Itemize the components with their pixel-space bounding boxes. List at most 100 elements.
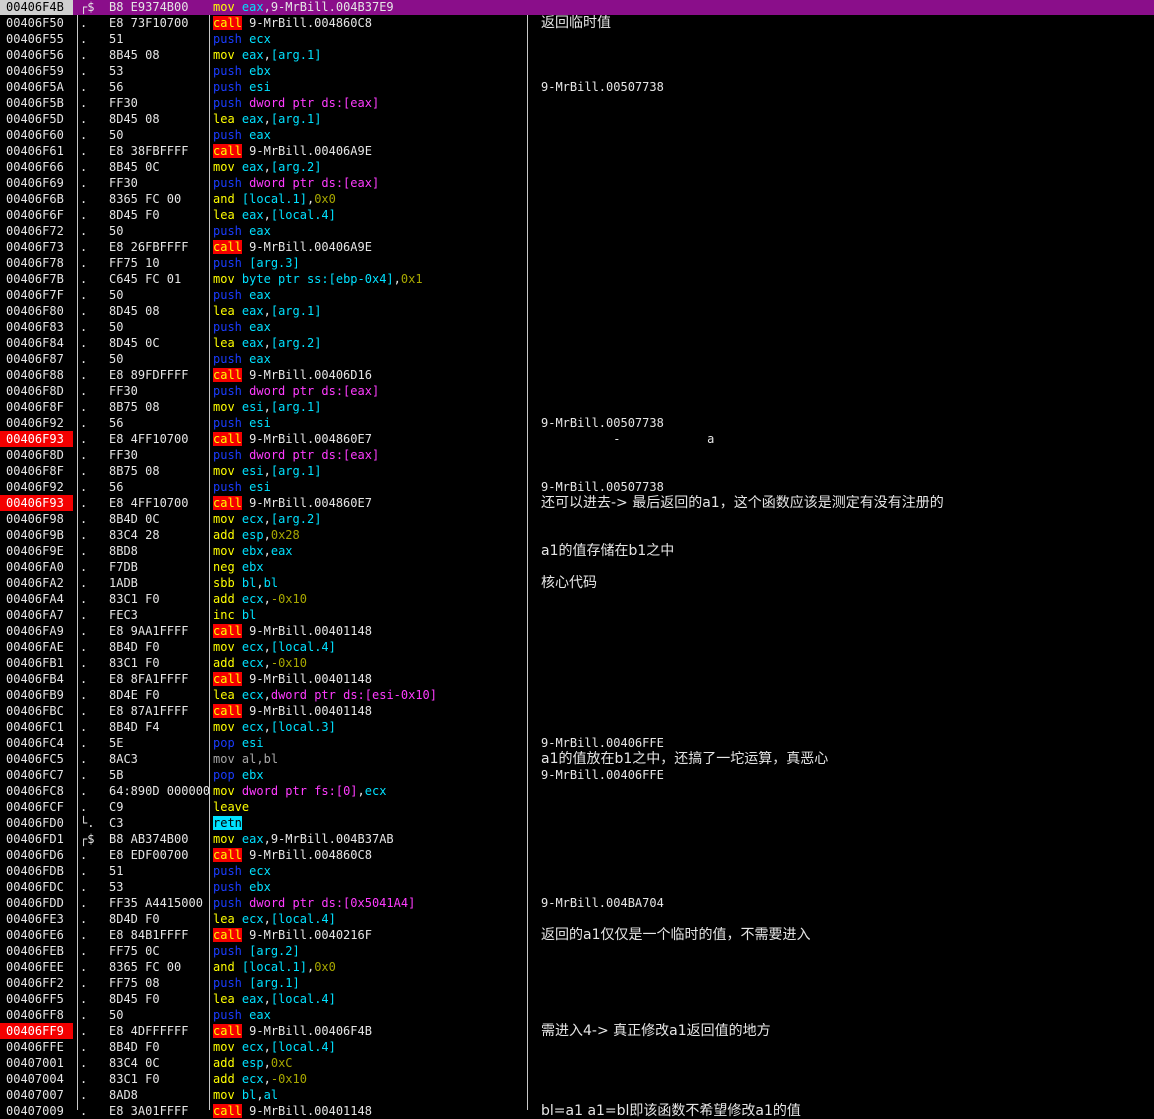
address-cell[interactable]: 00406F5A: [0, 79, 73, 95]
address-cell[interactable]: 00406FE3: [0, 911, 73, 927]
address-cell[interactable]: 00406F56: [0, 47, 73, 63]
address-cell[interactable]: 00406FCF: [0, 799, 73, 815]
hex-dump-cell[interactable]: 8365 FC 00: [109, 191, 209, 207]
hex-dump-cell[interactable]: B8 E9374B00: [109, 0, 209, 15]
hex-dump-cell[interactable]: 53: [109, 63, 209, 79]
address-cell[interactable]: 00407009: [0, 1103, 73, 1119]
disasm-row[interactable]: 00406F8D. FF30 push dword ptr ds:[eax]: [0, 447, 1154, 463]
disasm-row[interactable]: 00406FA7. FEC3 inc bl: [0, 607, 1154, 623]
instruction-cell[interactable]: add esp,0x28: [213, 527, 525, 543]
instruction-cell[interactable]: push eax: [213, 127, 525, 143]
disasm-row[interactable]: 00406F7B. C645 FC 01 mov byte ptr ss:[ebp-…: [0, 271, 1154, 287]
disasm-row[interactable]: 00406FC1. 8B4D F4 mov ecx,[local.3]: [0, 719, 1154, 735]
disassembly-view[interactable]: 00406F4B ┌$ B8 E9374B00 mov eax,9-MrBill.00…: [0, 0, 1154, 1119]
instruction-cell[interactable]: add ecx,-0x10: [213, 655, 525, 671]
instruction-cell[interactable]: mov byte ptr ss:[ebp-0x4],0x1: [213, 271, 525, 287]
disasm-row[interactable]: 00406F92. 56 push esi 9-MrBill.00507738: [0, 479, 1154, 495]
disasm-row[interactable]: 00406F8D. FF30 push dword ptr ds:[eax]: [0, 383, 1154, 399]
hex-dump-cell[interactable]: 50: [109, 319, 209, 335]
instruction-cell[interactable]: mov eax,[arg.1]: [213, 47, 525, 63]
disasm-row[interactable]: 00406F69. FF30 push dword ptr ds:[eax]: [0, 175, 1154, 191]
hex-dump-cell[interactable]: E8 4DFFFFFF: [109, 1023, 209, 1039]
hex-dump-cell[interactable]: 8D4D F0: [109, 911, 209, 927]
comment-cell[interactable]: 9-MrBill.00406FFE: [541, 767, 1151, 783]
address-cell[interactable]: 00406F83: [0, 319, 73, 335]
address-cell[interactable]: 00406F84: [0, 335, 73, 351]
disasm-row[interactable]: 00406F55. 51 push ecx: [0, 31, 1154, 47]
address-cell[interactable]: 00407007: [0, 1087, 73, 1103]
hex-dump-cell[interactable]: 8AD8: [109, 1087, 209, 1103]
address-cell[interactable]: 00406FFE: [0, 1039, 73, 1055]
instruction-cell[interactable]: push eax: [213, 351, 525, 367]
hex-dump-cell[interactable]: E8 3A01FFFF: [109, 1103, 209, 1119]
address-cell[interactable]: 00406FDC: [0, 879, 73, 895]
instruction-cell[interactable]: push dword ptr ds:[eax]: [213, 383, 525, 399]
instruction-cell[interactable]: lea eax,[arg.1]: [213, 111, 525, 127]
address-cell[interactable]: 00406F88: [0, 367, 73, 383]
instruction-cell[interactable]: leave: [213, 799, 525, 815]
disasm-row[interactable]: 00406FE6. E8 84B1FFFF call 9-MrBill.004021…: [0, 927, 1154, 943]
instruction-cell[interactable]: inc bl: [213, 607, 525, 623]
instruction-cell[interactable]: push dword ptr ds:[0x5041A4]: [213, 895, 525, 911]
address-cell[interactable]: 00406F50: [0, 15, 73, 31]
address-cell[interactable]: 00406F98: [0, 511, 73, 527]
instruction-cell[interactable]: pop ebx: [213, 767, 525, 783]
hex-dump-cell[interactable]: 8D45 08: [109, 303, 209, 319]
instruction-cell[interactable]: mov ebx,eax: [213, 543, 525, 559]
hex-dump-cell[interactable]: FF30: [109, 447, 209, 463]
hex-dump-cell[interactable]: 8B4D 0C: [109, 511, 209, 527]
hex-dump-cell[interactable]: 50: [109, 351, 209, 367]
disasm-row[interactable]: 00406F80. 8D45 08 lea eax,[arg.1]: [0, 303, 1154, 319]
instruction-cell[interactable]: lea ecx,dword ptr ds:[esi-0x10]: [213, 687, 525, 703]
comment-cell[interactable]: 9-MrBill.00507738: [541, 479, 1151, 495]
disasm-row[interactable]: 00406FE3. 8D4D F0 lea ecx,[local.4]: [0, 911, 1154, 927]
disasm-row[interactable]: 00406F60. 50 push eax: [0, 127, 1154, 143]
address-cell[interactable]: 00406F92: [0, 415, 73, 431]
hex-dump-cell[interactable]: 50: [109, 223, 209, 239]
disasm-row[interactable]: 00406FAE. 8B4D F0 mov ecx,[local.4]: [0, 639, 1154, 655]
hex-dump-cell[interactable]: 56: [109, 415, 209, 431]
instruction-cell[interactable]: push [arg.3]: [213, 255, 525, 271]
hex-dump-cell[interactable]: 5E: [109, 735, 209, 751]
hex-dump-cell[interactable]: F7DB: [109, 559, 209, 575]
disasm-row[interactable]: 00406FBC. E8 87A1FFFF call 9-MrBill.004011…: [0, 703, 1154, 719]
instruction-cell[interactable]: call 9-MrBill.004860E7: [213, 431, 525, 447]
comment-cell[interactable]: 返回的a1仅仅是一个临时的值，不需要进入: [541, 927, 1151, 943]
comment-cell[interactable]: 9-MrBill.00507738: [541, 415, 1151, 431]
disasm-row[interactable]: 00406FD0 └. C3 retn: [0, 815, 1154, 831]
disasm-row[interactable]: 00406FF8. 50 push eax: [0, 1007, 1154, 1023]
address-cell[interactable]: 00406F59: [0, 63, 73, 79]
instruction-cell[interactable]: mov esi,[arg.1]: [213, 463, 525, 479]
hex-dump-cell[interactable]: 8B75 08: [109, 399, 209, 415]
instruction-cell[interactable]: mov ecx,[local.3]: [213, 719, 525, 735]
comment-cell[interactable]: 核心代码: [541, 575, 1151, 591]
hex-dump-cell[interactable]: 56: [109, 479, 209, 495]
address-cell[interactable]: 00406FD1: [0, 831, 73, 847]
hex-dump-cell[interactable]: 8B4D F4: [109, 719, 209, 735]
disasm-row[interactable]: 00406FFE. 8B4D F0 mov ecx,[local.4]: [0, 1039, 1154, 1055]
address-cell[interactable]: 00406F73: [0, 239, 73, 255]
disasm-row[interactable]: 00406F6B. 8365 FC 00 and [local.1],0x0: [0, 191, 1154, 207]
address-cell[interactable]: 00406F80: [0, 303, 73, 319]
instruction-cell[interactable]: push [arg.2]: [213, 943, 525, 959]
instruction-cell[interactable]: push eax: [213, 319, 525, 335]
disasm-row[interactable]: 00406FDB. 51 push ecx: [0, 863, 1154, 879]
instruction-cell[interactable]: call 9-MrBill.00406A9E: [213, 143, 525, 159]
hex-dump-cell[interactable]: 8B75 08: [109, 463, 209, 479]
address-cell[interactable]: 00406F7F: [0, 287, 73, 303]
address-cell[interactable]: 00406F8F: [0, 463, 73, 479]
hex-dump-cell[interactable]: 56: [109, 79, 209, 95]
address-cell[interactable]: 00406FDB: [0, 863, 73, 879]
instruction-cell[interactable]: lea eax,[arg.2]: [213, 335, 525, 351]
hex-dump-cell[interactable]: FF30: [109, 383, 209, 399]
address-cell[interactable]: 00406F92: [0, 479, 73, 495]
address-cell[interactable]: 00406F7B: [0, 271, 73, 287]
disasm-row[interactable]: 00406FEB. FF75 0C push [arg.2]: [0, 943, 1154, 959]
instruction-cell[interactable]: call 9-MrBill.004860C8: [213, 15, 525, 31]
address-cell[interactable]: 00406FDD: [0, 895, 73, 911]
disasm-row[interactable]: 00406F93. E8 4FF10700 call 9-MrBill.004860…: [0, 495, 1154, 511]
disasm-row[interactable]: 00406F50. E8 73F10700 call 9-MrBill.004860…: [0, 15, 1154, 31]
disasm-row[interactable]: 00406FC8.64:890D 00000000mov dword ptr f…: [0, 783, 1154, 799]
disasm-row[interactable]: 00406FD6. E8 EDF00700 call 9-MrBill.004860…: [0, 847, 1154, 863]
address-cell[interactable]: 00406F87: [0, 351, 73, 367]
